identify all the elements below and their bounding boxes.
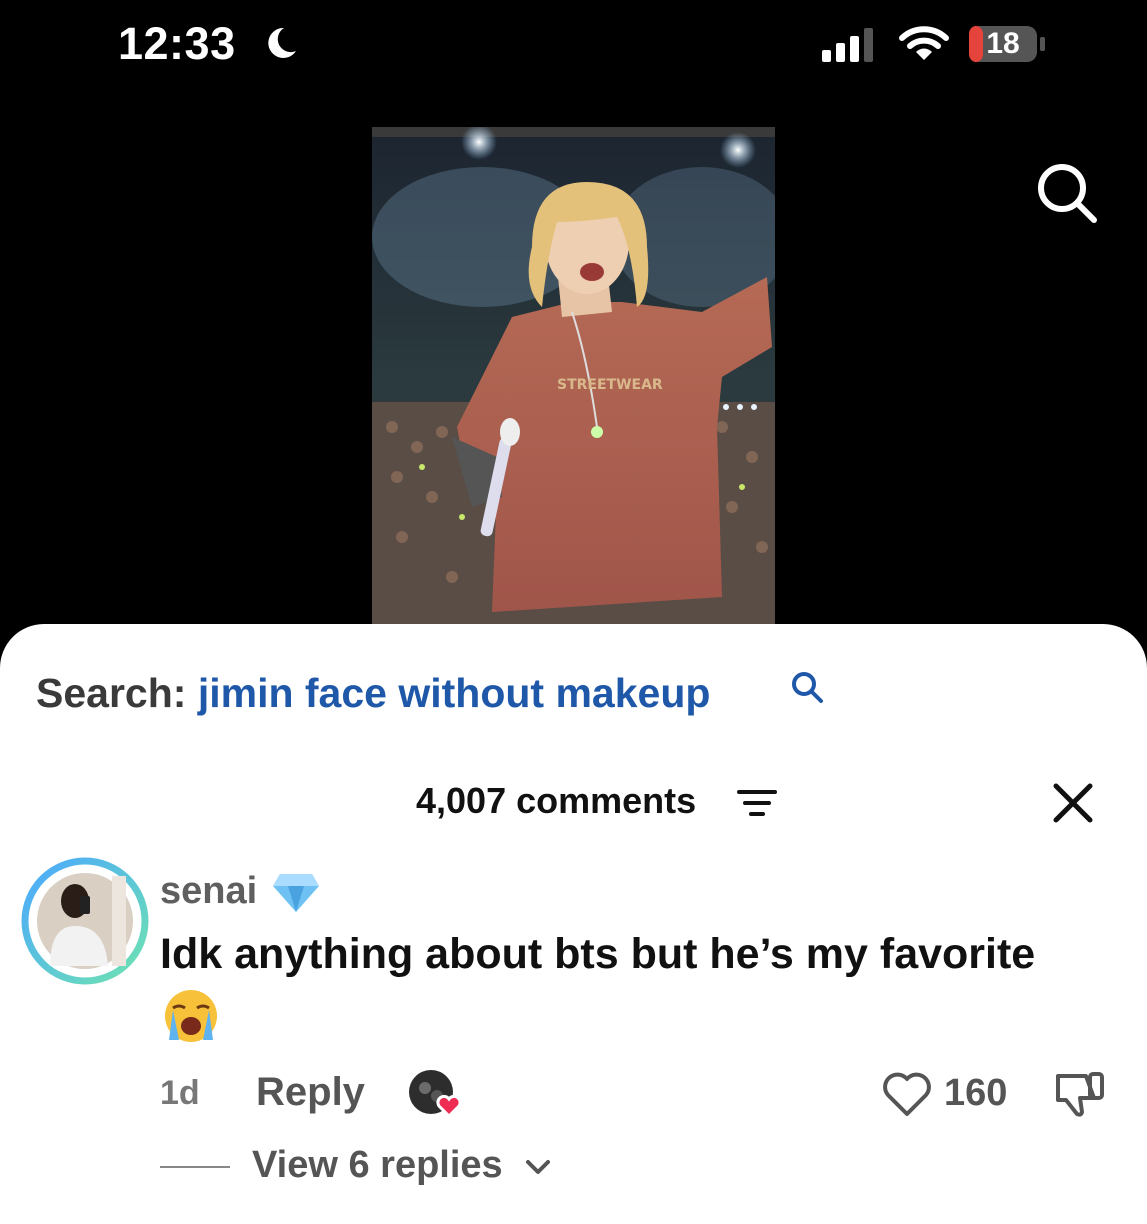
search-query[interactable]: jimin face without makeup — [198, 670, 711, 716]
comment-text: Idk anything about bts but he’s my favor… — [160, 930, 1036, 978]
diamond-emoji-icon — [273, 874, 319, 912]
search-icon[interactable] — [1034, 160, 1100, 226]
search-label: Search: — [36, 670, 187, 716]
comment-username[interactable]: senai — [160, 870, 257, 913]
chevron-down-icon[interactable] — [524, 1156, 552, 1178]
comments-count: 4,007 comments — [416, 780, 697, 821]
video-thumbnail[interactable]: STREETWEAR — [372, 127, 775, 627]
cellular-signal-icon — [822, 28, 873, 62]
view-replies-button[interactable]: View 6 replies — [252, 1144, 503, 1187]
like-heart-icon[interactable] — [881, 1070, 933, 1118]
creator-liked-avatar — [409, 1070, 462, 1119]
comment-age: 1d — [160, 1074, 200, 1112]
shirt-print: STREETWEAR — [557, 377, 663, 393]
dislike-icon[interactable] — [1050, 1070, 1106, 1120]
crying-face-emoji-icon — [165, 990, 217, 1042]
avatar[interactable] — [20, 856, 150, 986]
search-query-icon — [792, 672, 823, 703]
search-suggestion[interactable]: Search: jimin face without makeup — [36, 670, 710, 717]
replies-divider — [160, 1166, 230, 1168]
like-count: 160 — [944, 1072, 1008, 1114]
sort-filter-icon[interactable] — [737, 786, 777, 820]
reply-button[interactable]: Reply — [256, 1070, 365, 1115]
status-time: 12:33 — [118, 18, 236, 69]
wifi-icon — [899, 26, 949, 60]
battery-level: 18 — [986, 27, 1020, 60]
close-icon[interactable] — [1052, 782, 1094, 824]
moon-icon — [268, 27, 296, 58]
